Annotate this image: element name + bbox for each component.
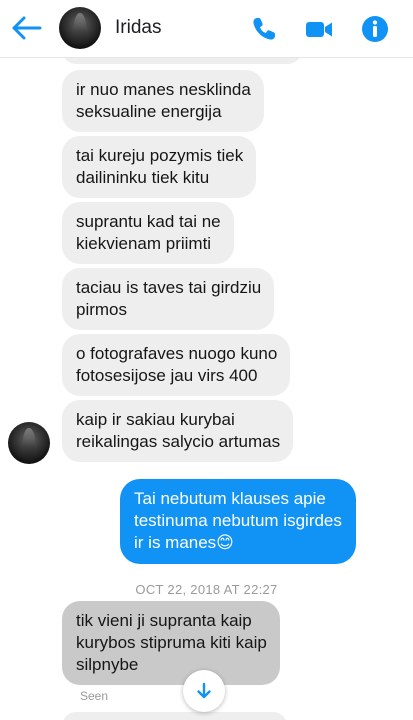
info-icon[interactable] [360, 14, 390, 44]
incoming-message[interactable]: taciau is taves tai girdziu pirmos [62, 268, 275, 330]
video-camera-icon[interactable] [304, 14, 334, 44]
contact-avatar[interactable] [59, 7, 101, 49]
incoming-message[interactable]: o fotografaves nuogo kuno fotosesijose j… [62, 334, 291, 396]
incoming-message[interactable]: ir nuo manes nesklinda seksualine energi… [62, 70, 264, 132]
conversation-header: Iridas [0, 0, 413, 58]
partial-message-bubble [62, 712, 287, 720]
partial-message-bubble [62, 58, 302, 64]
message-timestamp: OCT 22, 2018 AT 22:27 [135, 582, 278, 597]
phone-icon[interactable] [249, 14, 279, 44]
message-thread[interactable]: ir nuo manes nesklinda seksualine energi… [0, 58, 413, 720]
scroll-to-bottom-button[interactable] [183, 670, 225, 712]
arrow-down-icon [197, 682, 211, 699]
contact-name[interactable]: Iridas [115, 17, 161, 39]
outgoing-message[interactable]: Tai nebutum klauses apie testinuma nebut… [120, 479, 356, 564]
incoming-message[interactable]: suprantu kad tai ne kiekvienam priimti [62, 202, 234, 264]
incoming-message[interactable]: kaip ir sakiau kurybai reikalingas salyc… [62, 400, 294, 462]
incoming-message[interactable]: tai kureju pozymis tiek dailininku tiek … [62, 136, 257, 198]
seen-indicator: Seen [80, 689, 109, 703]
back-arrow-icon[interactable] [10, 14, 42, 42]
incoming-message[interactable]: tik vieni ji supranta kaip kurybos stipr… [62, 601, 280, 685]
contact-avatar-small [8, 422, 50, 464]
